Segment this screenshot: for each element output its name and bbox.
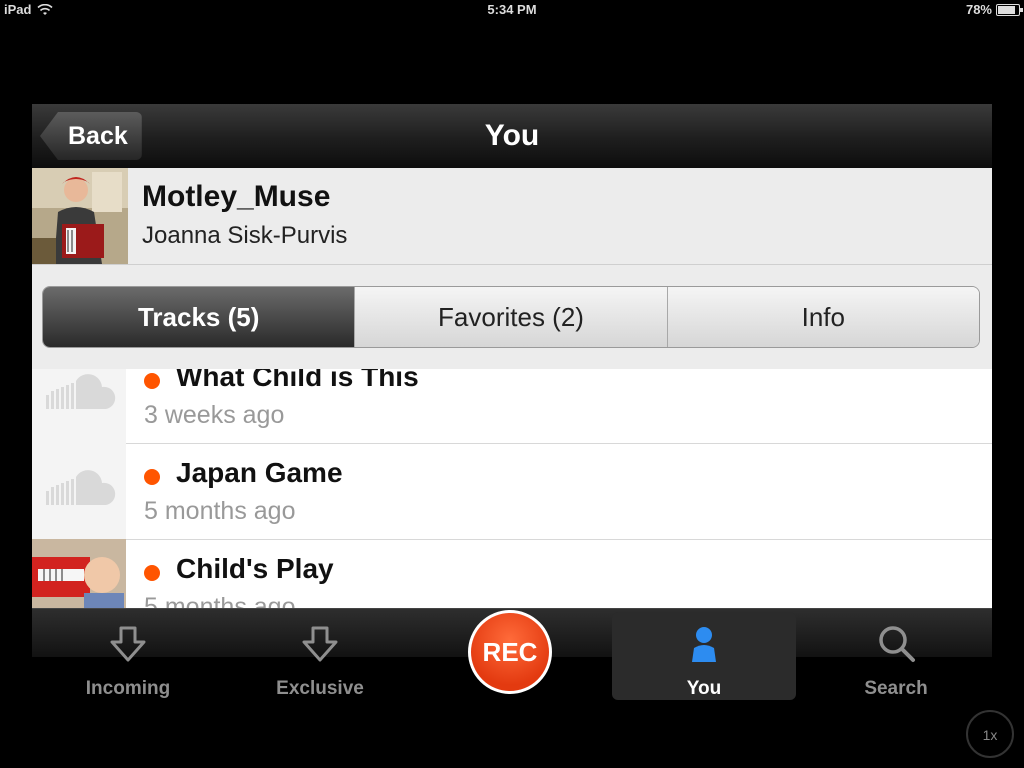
track-title: What Child is This xyxy=(176,369,419,392)
status-battery: 78% xyxy=(965,2,1023,17)
profile-header: Motley_Muse Joanna Sisk-Purvis xyxy=(32,168,992,265)
tab-search[interactable]: Search xyxy=(804,612,988,700)
tab-exclusive[interactable]: Exclusive xyxy=(228,612,412,700)
record-button[interactable]: REC xyxy=(468,610,552,694)
track-row[interactable]: Child's Play 5 months ago xyxy=(32,539,992,609)
tab-you[interactable]: You xyxy=(612,612,796,700)
avatar xyxy=(32,168,128,264)
status-time: 5:34 PM xyxy=(487,2,537,17)
tab-info[interactable]: Info xyxy=(666,287,979,347)
cloud-icon xyxy=(46,374,116,409)
segmented-control: Tracks (5) Favorites (2) Info xyxy=(42,286,980,348)
page-title: You xyxy=(484,119,540,152)
track-artwork xyxy=(32,369,126,443)
person-icon xyxy=(692,627,716,662)
track-title: Japan Game xyxy=(176,457,343,488)
track-time: 5 months ago xyxy=(144,593,296,609)
tab-exclusive-label: Exclusive xyxy=(276,678,364,699)
track-artwork-photo xyxy=(32,539,126,609)
track-title: Child's Play xyxy=(176,553,334,584)
down-arrow-icon xyxy=(302,626,338,662)
tab-incoming-label: Incoming xyxy=(85,678,171,699)
battery-percent: 78% xyxy=(965,2,992,17)
tab-search-label: Search xyxy=(864,678,928,699)
tab-you-label: You xyxy=(686,678,722,699)
track-status-dot xyxy=(144,469,160,485)
tab-bar: Incoming Exclusive REC You Search xyxy=(32,608,992,768)
profile-full-name: Joanna Sisk-Purvis xyxy=(142,222,348,249)
navigation-bar: Back You xyxy=(32,104,992,169)
app-panel: Back You Motley_Muse Joanna Sisk-Purvis xyxy=(32,104,992,656)
track-status-dot xyxy=(144,565,160,581)
track-row[interactable]: What Child is This 3 weeks ago xyxy=(32,369,992,444)
cloud-icon xyxy=(46,470,116,505)
profile-username: Motley_Muse xyxy=(142,180,331,213)
battery-icon xyxy=(996,3,1023,16)
track-status-dot xyxy=(144,373,160,389)
down-arrow-icon xyxy=(110,626,146,662)
track-list[interactable]: What Child is This 3 weeks ago Japan Gam… xyxy=(32,369,992,609)
zoom-button[interactable]: 1x xyxy=(966,710,1014,758)
tab-favorites[interactable]: Favorites (2) xyxy=(354,287,667,347)
track-row[interactable]: Japan Game 5 months ago xyxy=(32,443,992,540)
tab-tracks[interactable]: Tracks (5) xyxy=(43,287,355,347)
track-time: 5 months ago xyxy=(144,497,296,525)
search-icon xyxy=(879,626,915,662)
status-bar: iPad 5:34 PM 78% xyxy=(0,0,1024,20)
tab-incoming[interactable]: Incoming xyxy=(36,612,220,700)
track-time: 3 weeks ago xyxy=(144,401,285,429)
segment-bar: Tracks (5) Favorites (2) Info xyxy=(32,265,992,369)
track-artwork xyxy=(32,443,126,539)
